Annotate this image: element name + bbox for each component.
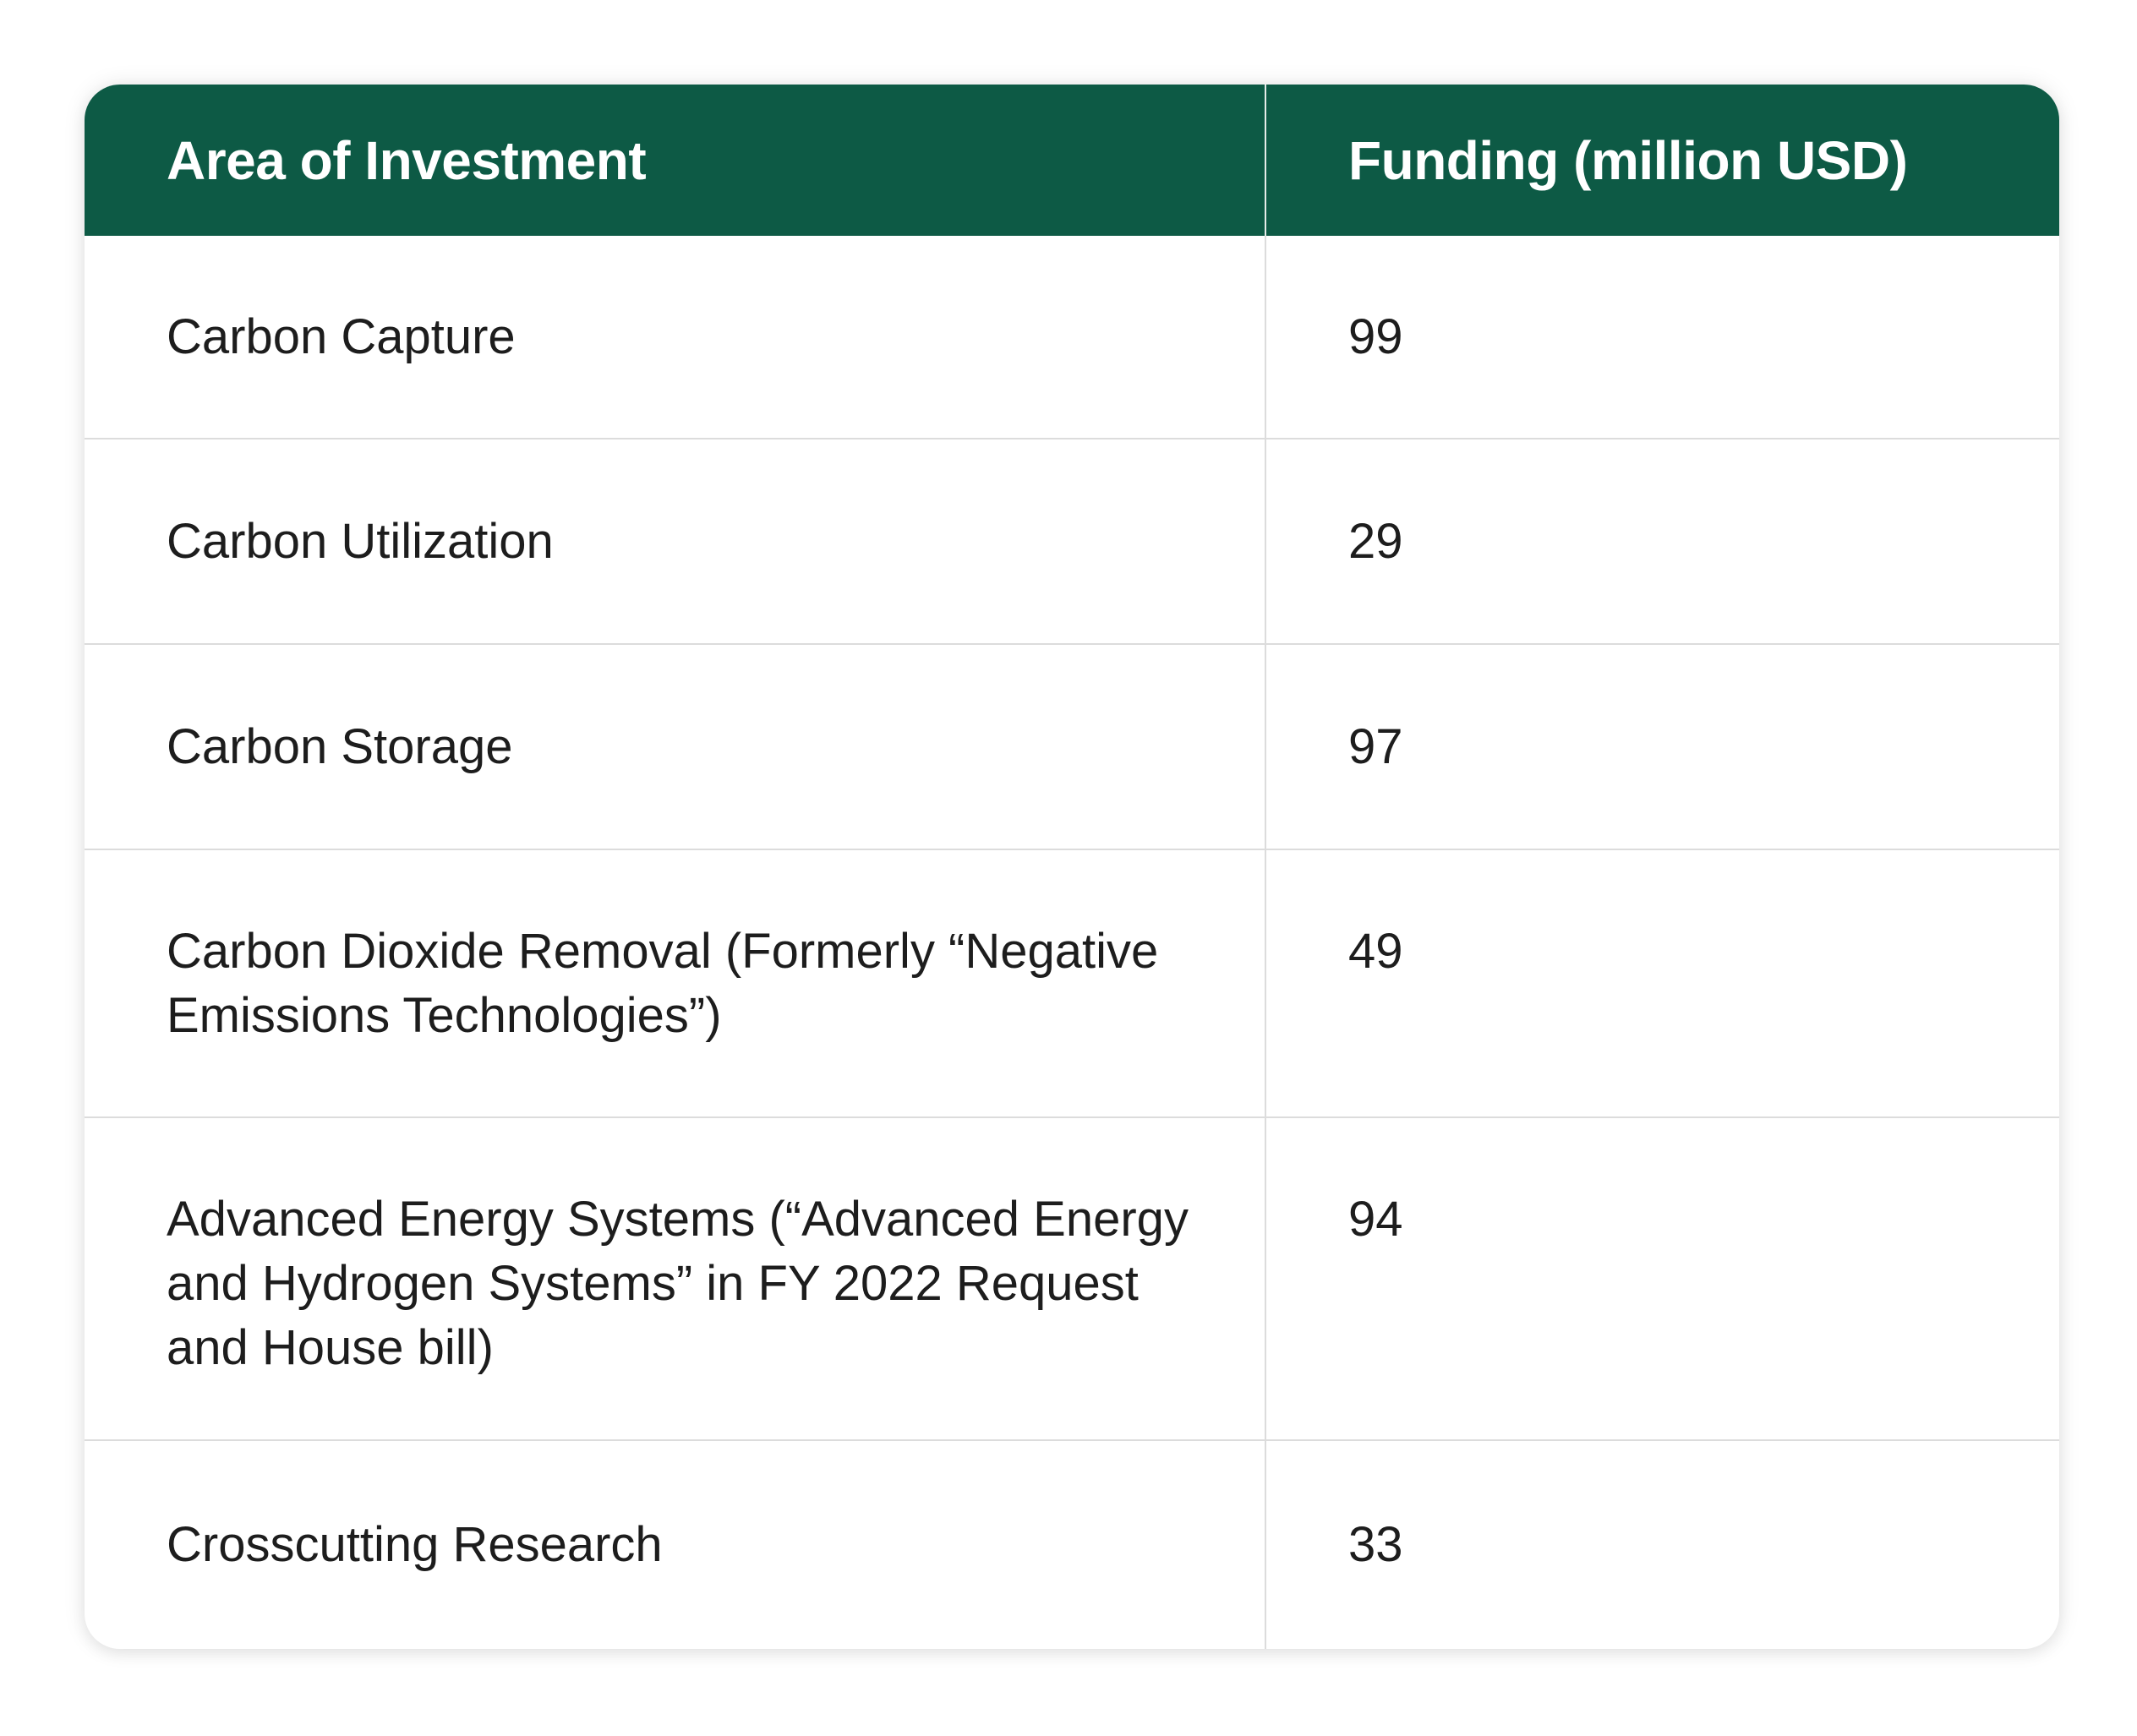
funding-cell: 99: [1265, 236, 2059, 439]
area-cell: Crosscutting Research: [85, 1439, 1265, 1649]
funding-cell: 49: [1265, 849, 2059, 1117]
funding-cell: 94: [1265, 1116, 2059, 1440]
table-header-row: Area of Investment Funding (million USD): [85, 85, 2059, 236]
area-cell: Carbon Capture: [167, 308, 516, 364]
funding-cell: 29: [1265, 438, 2059, 644]
table-row: Crosscutting Research 33: [85, 1439, 2059, 1649]
column-header-funding: Funding (million USD): [1265, 85, 2059, 236]
funding-table-card: Area of Investment Funding (million USD)…: [85, 85, 2059, 1649]
table-row: Carbon Capture 99: [85, 236, 2059, 439]
column-header-area: Area of Investment: [85, 85, 1266, 236]
table-row: Carbon Storage 97: [85, 643, 2059, 849]
area-cell: Advanced Energy Systems (“Advanced Energ…: [85, 1116, 1265, 1440]
funding-cell: 33: [1265, 1439, 2059, 1649]
table-row: Advanced Energy Systems (“Advanced Energ…: [85, 1116, 2059, 1440]
funding-table: Area of Investment Funding (million USD)…: [85, 85, 2059, 1649]
funding-cell: 97: [1265, 643, 2059, 849]
area-cell: Carbon Dioxide Removal (Formerly “Negati…: [85, 849, 1265, 1117]
table-row: Carbon Utilization 29: [85, 438, 2059, 644]
area-cell: Carbon Utilization: [85, 438, 1265, 644]
area-cell: Carbon Storage: [85, 643, 1265, 849]
table-row: Carbon Dioxide Removal (Formerly “Negati…: [85, 849, 2059, 1117]
